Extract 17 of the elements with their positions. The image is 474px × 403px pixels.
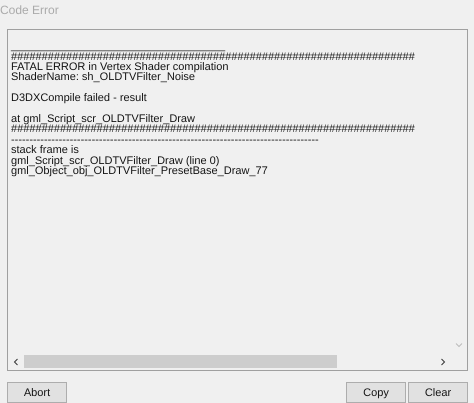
dialog-button[interactable]: Abort	[7, 382, 67, 403]
log-line: gml_Script_scr_OLDTVFilter_Draw (line 0)	[11, 156, 220, 166]
log-line: ___________________________________	[11, 41, 226, 52]
log-line: at gml_Script_scr_OLDTVFilter_Draw	[11, 114, 195, 124]
log-text-area[interactable]	[7, 28, 468, 371]
log-line: stack frame is	[11, 145, 79, 156]
scrollbar-thumb[interactable]	[24, 355, 337, 368]
log-line: ------------------------------------------------------------------------------------	[11, 134, 320, 146]
dialog-button[interactable]: Clear	[408, 382, 468, 403]
log-line: ShaderName: sh_OLDTVFilter_Noise	[11, 72, 196, 83]
log-line: ##################################################################	[11, 52, 416, 62]
log-line: FATAL ERROR in Vertex Shader compilation	[11, 62, 230, 72]
window-title: Code Error	[0, 2, 60, 19]
dialog-button[interactable]: Copy	[346, 382, 406, 403]
log-line: gml_Object_obj_OLDTVFilter_PresetBase_Draw_77	[11, 166, 269, 176]
log-line: D3DXCompile failed - result	[11, 93, 148, 104]
log-line: ##################################################################	[11, 124, 416, 135]
